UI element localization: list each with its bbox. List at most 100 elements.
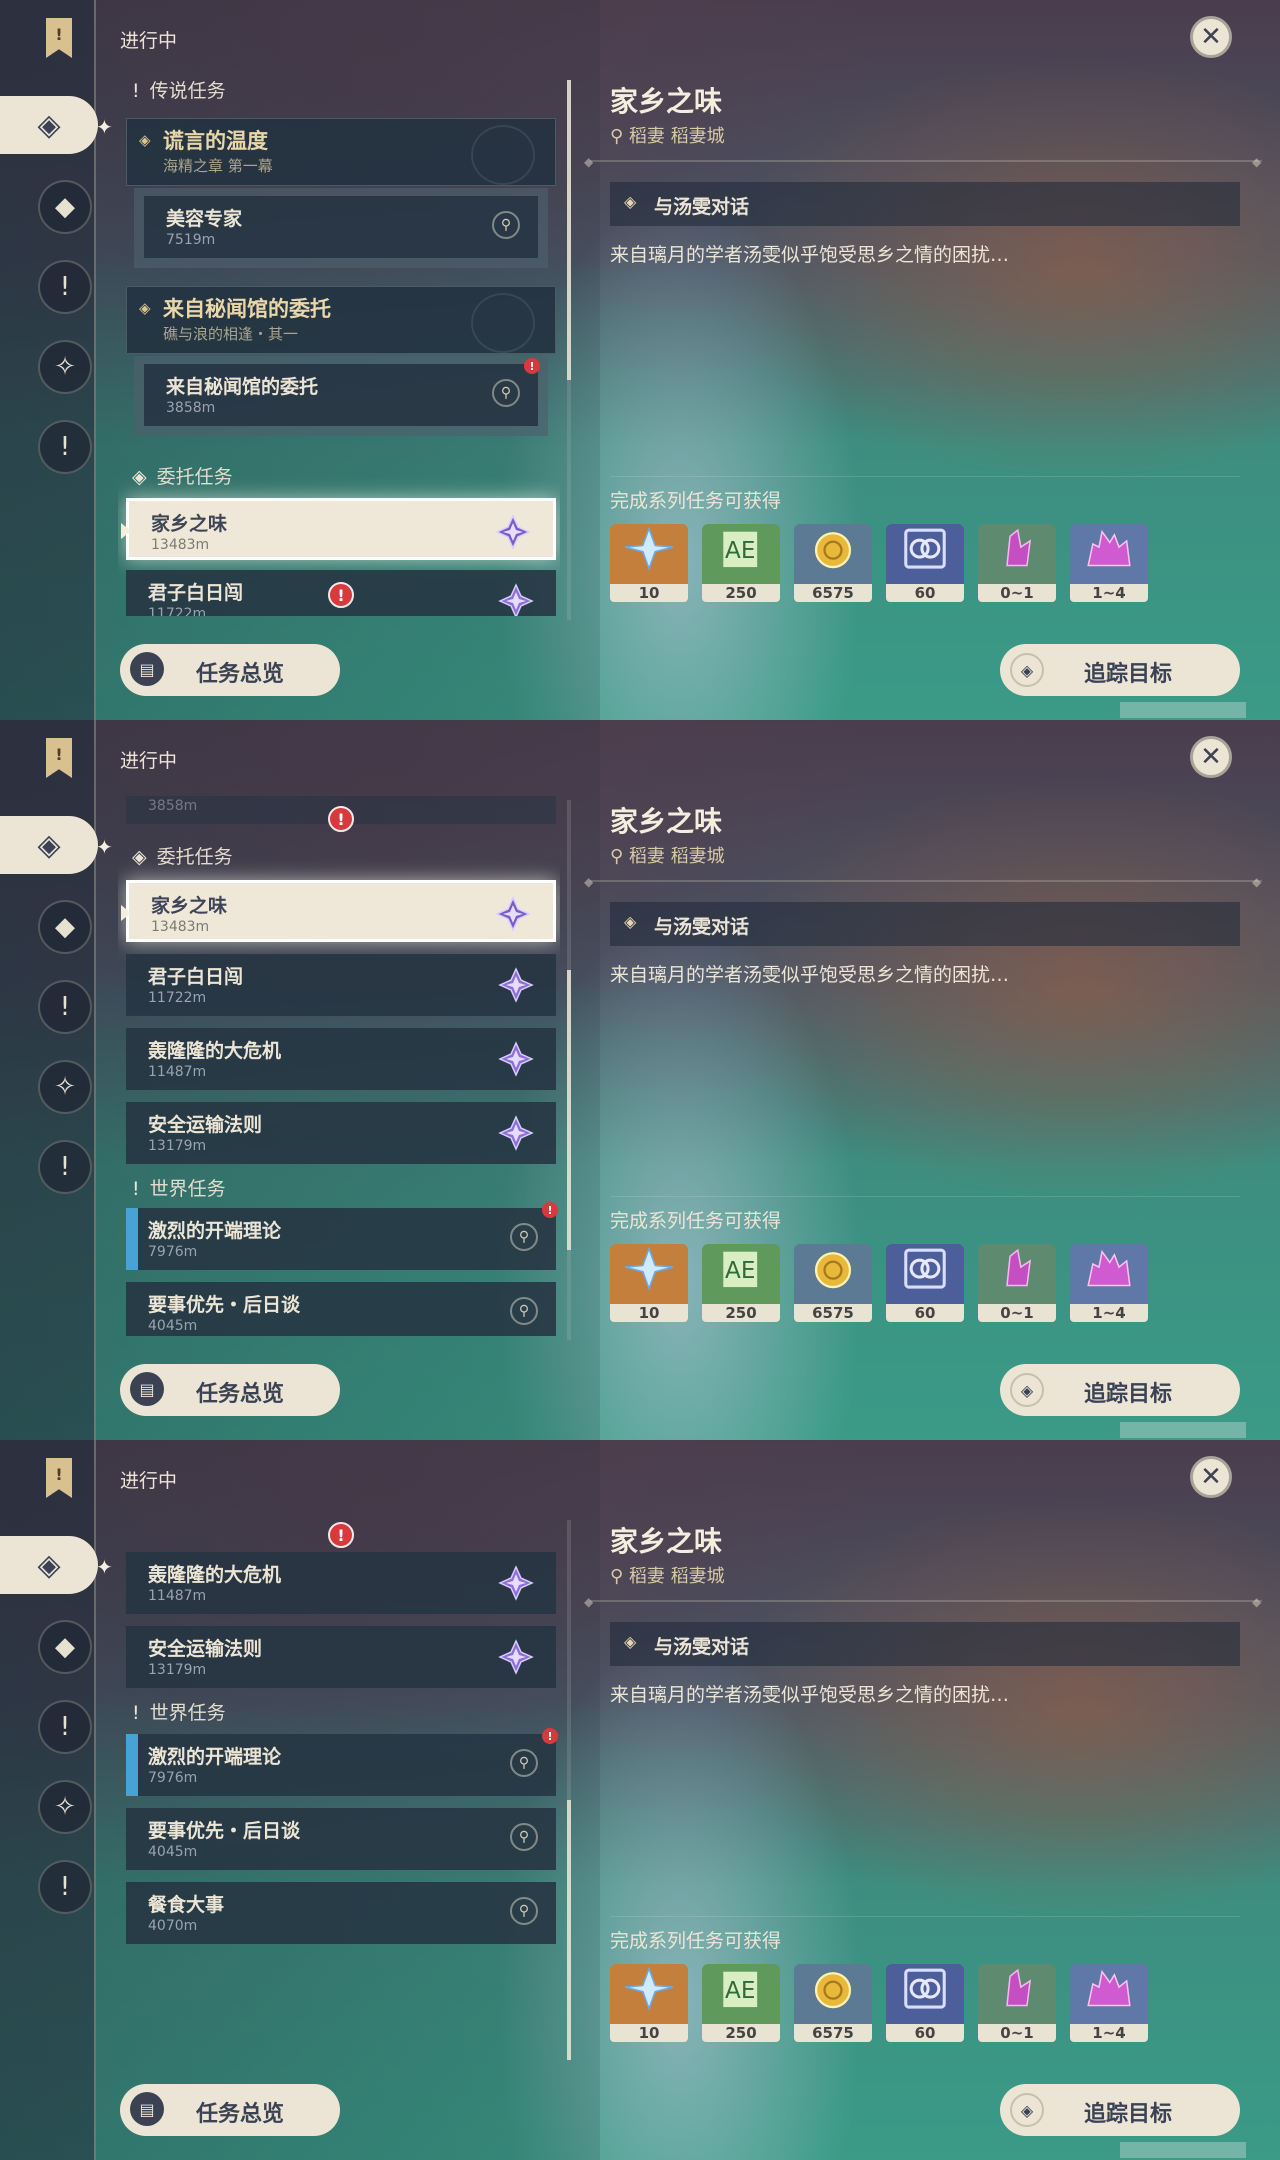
rewards-title: 完成系列任务可获得 [610,1210,782,1232]
rail-tab-archon-quests[interactable]: ◆ [38,180,92,234]
reward-amethyst-crystal[interactable]: 0~1 [978,1964,1056,2042]
title-divider [590,880,1262,882]
book-icon: ▤ [130,1372,164,1406]
quest-card-distance: 13179m [148,1662,207,1678]
scrollbar-thumb[interactable] [567,970,571,1250]
quest-overview-button[interactable]: ▤ 任务总览 [120,644,340,696]
commission-diamond-icon: ◈ [132,466,147,488]
in-progress-label: 进行中 [120,750,178,772]
location-pin-icon[interactable]: ⚲ [510,1823,538,1851]
reward-primogem[interactable]: 10 [610,1964,688,2042]
reward-mora[interactable]: 6575 [794,1964,872,2042]
quest-card-distance: 11487m [148,1588,207,1604]
location-pin-icon[interactable]: ⚲ [492,211,520,239]
quest-overview-button[interactable]: ▤ 任务总览 [120,1364,340,1416]
in-progress-label: 进行中 [120,1470,178,1492]
rail-tab-story-quests[interactable]: ! [38,1700,92,1754]
reward-companionship-exp[interactable]: 60 [886,1964,964,2042]
close-button[interactable]: ✕ [1190,16,1232,58]
reward-count: 0~1 [978,1304,1056,1322]
quest-card-w2[interactable]: 要事优先・后日谈 4045m ⚲ [126,1282,556,1336]
title-divider [590,160,1262,162]
location-pin-icon[interactable]: ⚲ [492,379,520,407]
exclamation-icon: ! [132,80,140,102]
quest-card-w1[interactable]: 激烈的开端理论 7976m ⚲! [126,1728,558,1796]
reward-amethyst-crystal[interactable]: 0~1 [978,1244,1056,1322]
quest-title: 家乡之味 [610,805,723,838]
quest-card-c4[interactable]: 安全运输法则 13179m [126,1102,556,1164]
reward-primogem[interactable]: 10 [610,1244,688,1322]
commission-star-icon [495,514,531,550]
reward-amethyst-crystal-cluster[interactable]: 1~4 [1070,1964,1148,2042]
rail-tab-commission-quests[interactable]: ✧ [38,1780,92,1834]
reward-amethyst-crystal-cluster[interactable]: 1~4 [1070,524,1148,602]
quest-list[interactable]: ! 传说任务 ◈ 谎言的温度 海精之章 第一幕 美容专家 7519m ⚲ ◈ 来自秘闻馆的委托 礁与… [118,76,560,616]
reward-count: 6575 [794,1304,872,1322]
quest-card-c4[interactable]: 安全运输法则 13179m [126,1626,556,1688]
rail-tab-all-quests[interactable]: ◈ [0,816,98,874]
location-pin-icon[interactable]: ⚲ [510,1749,538,1777]
close-button[interactable]: ✕ [1190,736,1232,778]
archon-step-archon1_step[interactable]: 美容专家 7519m ⚲ [134,188,548,268]
section-header-commission: ◈ 委托任务 [132,466,233,488]
reward-companionship-exp[interactable]: 60 [886,1244,964,1322]
book-icon: ▤ [130,2092,164,2126]
rail-tab-archon-quests[interactable]: ◆ [38,1620,92,1674]
reward-mora[interactable]: 6575 [794,524,872,602]
reward-adventure-exp[interactable]: AE 250 [702,524,780,602]
quest-card-distance: 3858m [166,400,216,416]
commission-star-icon [498,1639,534,1675]
archon-step-archon2_step[interactable]: 来自秘闻馆的委托 3858m ⚲! [134,356,548,436]
rail-tab-world-quests[interactable]: ! [38,1860,92,1914]
rail-tab-archon-quests[interactable]: ◆ [38,900,92,954]
quest-card-w1[interactable]: 激烈的开端理论 7976m ⚲! [126,1202,558,1270]
reward-count: 0~1 [978,2024,1056,2042]
quest-card-title: 君子白日闯 [148,966,244,988]
quest-list[interactable]: 3858m! ◈ 委托任务 家乡之味 13483m 君子白日闯 11722m 轰隆隆的大危机 1… [118,796,560,1336]
quest-overview-button[interactable]: ▤ 任务总览 [120,2084,340,2136]
quest-card-distance: 4045m [148,1318,198,1334]
quest-card-c1[interactable]: 家乡之味 13483m [121,880,556,942]
quest-card-w2[interactable]: 要事优先・后日谈 4045m ⚲ [126,1808,556,1870]
track-objective-button[interactable]: ◈ 追踪目标 [1000,644,1240,696]
rail-tab-story-quests[interactable]: ! [38,980,92,1034]
track-objective-button[interactable]: ◈ 追踪目标 [1000,2084,1240,2136]
reward-adventure-exp[interactable]: AE 250 [702,1964,780,2042]
rail-tab-all-quests[interactable]: ◈ [0,96,98,154]
rail-tab-world-quests[interactable]: ! [38,420,92,474]
reward-adventure-exp[interactable]: AE 250 [702,1244,780,1322]
reward-amethyst-crystal[interactable]: 0~1 [978,524,1056,602]
track-objective-button[interactable]: ◈ 追踪目标 [1000,1364,1240,1416]
rail-tab-commission-quests[interactable]: ✧ [38,1060,92,1114]
archon-quest-header-archon2[interactable]: ◈ 来自秘闻馆的委托 礁与浪的相逢・其一 [126,286,556,354]
world-quest-marker [126,1734,138,1796]
reward-primogem[interactable]: 10 [610,524,688,602]
section-header-world: ! 世界任务 [132,1178,226,1200]
quest-card-c3[interactable]: 轰隆隆的大危机 11487m [126,1028,556,1090]
location-pin-icon[interactable]: ⚲ [510,1297,538,1325]
rail-tab-all-quests[interactable]: ◈ [0,1536,98,1594]
location-pin-icon[interactable]: ⚲ [510,1897,538,1925]
reward-mora[interactable]: 6575 [794,1244,872,1322]
quest-objective: ◈ 与汤雯对话 [610,902,1240,946]
commission-star-icon [498,967,534,1003]
reward-amethyst-crystal-cluster[interactable]: 1~4 [1070,1244,1148,1322]
rail-tab-story-quests[interactable]: ! [38,260,92,314]
quest-list[interactable]: ! 轰隆隆的大危机 11487m 安全运输法则 13179m ! 世界任务 激烈的开端理论 79… [118,1516,560,2056]
location-pin-icon[interactable]: ⚲ [510,1223,538,1251]
location-pin-icon: ⚲ [610,126,629,147]
scrollbar-thumb[interactable] [567,80,571,380]
quest-card-w3[interactable]: 餐食大事 4070m ⚲ [126,1882,556,1944]
rail-tab-commission-quests[interactable]: ✧ [38,340,92,394]
quest-card-c3[interactable]: 轰隆隆的大危机 11487m [126,1552,556,1614]
reward-companionship-exp[interactable]: 60 [886,524,964,602]
archon-quest-header-archon1[interactable]: ◈ 谎言的温度 海精之章 第一幕 [126,118,556,186]
location-pin-icon: ⚲ [610,846,629,867]
rail-tab-world-quests[interactable]: ! [38,1140,92,1194]
quest-card-c1[interactable]: 家乡之味 13483m [121,498,556,560]
quest-card-c2[interactable]: 君子白日闯 11722m [126,954,556,1016]
commission-diamond-icon: ◈ [132,846,147,868]
close-button[interactable]: ✕ [1190,1456,1232,1498]
reward-count: 1~4 [1070,2024,1148,2042]
scrollbar-thumb[interactable] [567,1800,571,2060]
